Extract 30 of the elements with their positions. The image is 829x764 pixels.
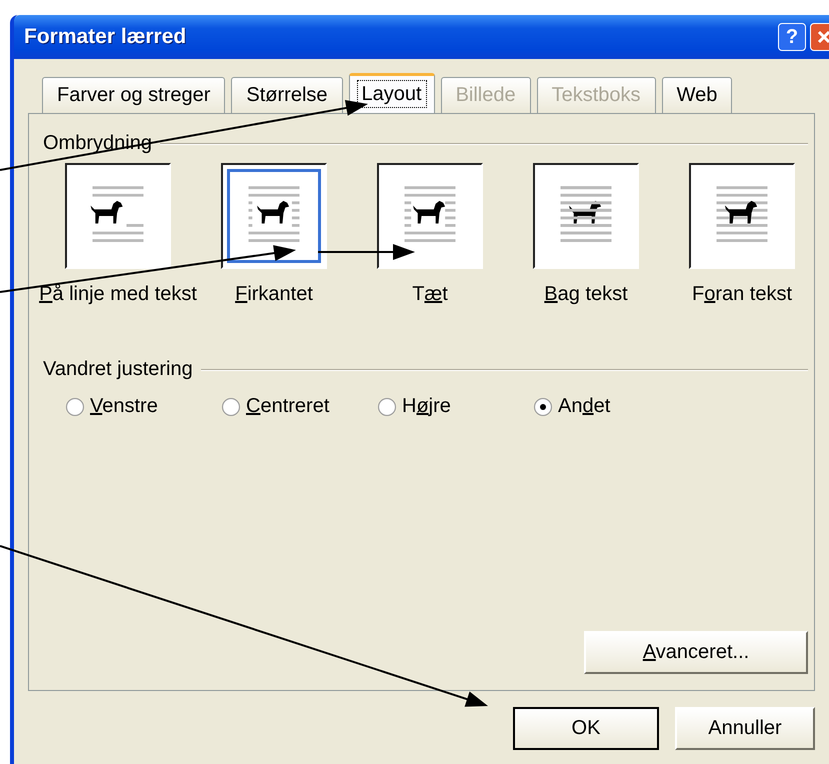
wrap-option-label: Foran tekst	[692, 283, 792, 306]
tab[interactable]: Farver og streger	[42, 77, 226, 113]
radio-label: Centreret	[246, 395, 330, 418]
wrap-option-button[interactable]	[221, 163, 327, 269]
wrap-option-button[interactable]	[533, 163, 639, 269]
help-button[interactable]: ?	[778, 23, 806, 51]
radio-label: Andet	[558, 395, 610, 418]
tab[interactable]: Størrelse	[231, 77, 343, 113]
close-icon	[816, 29, 829, 45]
wrap-option-button[interactable]	[689, 163, 795, 269]
dialog-button[interactable]: OK	[513, 707, 659, 750]
wrap-option-label: På linje med tekst	[39, 283, 197, 306]
radio-button[interactable]	[222, 398, 240, 416]
radio-label: Højre	[402, 395, 451, 418]
group-heading: Ombrydning	[43, 132, 152, 155]
wrap-option-button[interactable]	[65, 163, 171, 269]
dialog-button[interactable]: Annuller	[675, 707, 815, 750]
tab[interactable]: Layout	[348, 73, 435, 113]
wrap-option-label: Tæt	[412, 283, 448, 306]
window-title: Formater lærred	[24, 25, 188, 49]
wrap-option-label: Firkantet	[235, 283, 313, 306]
radio-button[interactable]	[66, 398, 84, 416]
wrap-option-label: Bag tekst	[544, 283, 628, 306]
advanced-button[interactable]: Avanceret...	[584, 631, 808, 674]
group-heading: Vandret justering	[43, 358, 193, 381]
radio-button[interactable]	[534, 398, 552, 416]
radio-button[interactable]	[378, 398, 396, 416]
tab[interactable]: Web	[662, 77, 732, 113]
radio-label: Venstre	[90, 395, 158, 418]
wrap-option-button[interactable]	[377, 163, 483, 269]
